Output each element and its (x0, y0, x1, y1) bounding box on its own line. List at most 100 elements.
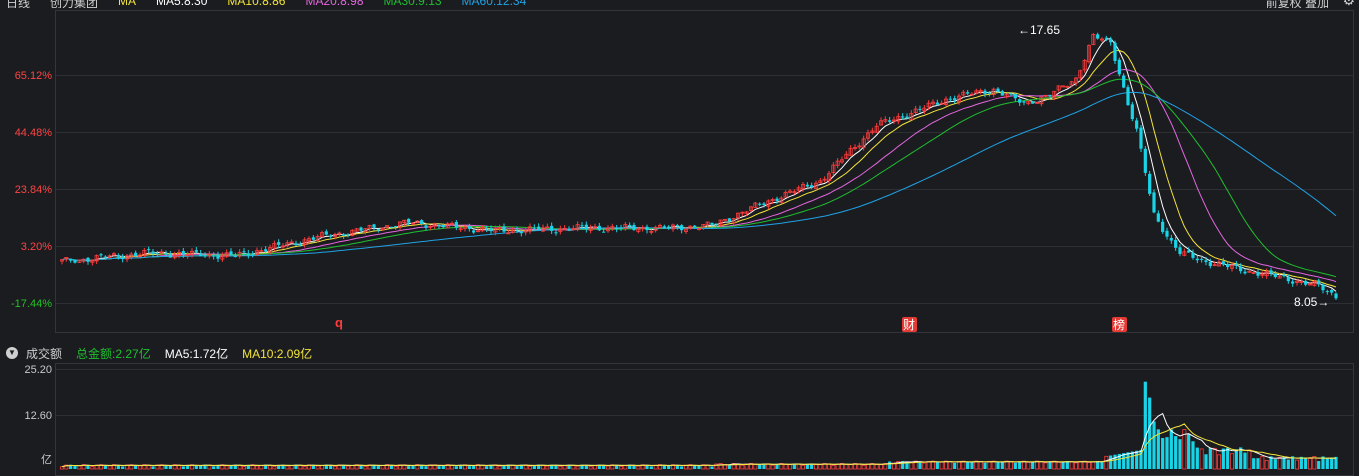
candle-body (1178, 247, 1182, 255)
candle-body (264, 249, 268, 252)
volume-bar (1100, 461, 1104, 469)
candle-body (1291, 281, 1295, 284)
candle-body (251, 254, 255, 256)
volume-bar (770, 464, 775, 470)
candle-body (602, 231, 606, 233)
volume-bar (449, 464, 454, 470)
candle-body (810, 185, 814, 188)
price-chart[interactable]: 65.12% 44.48% 23.84% 3.20% -17.44% ←17.6… (0, 0, 1359, 476)
candle-body (1239, 266, 1243, 272)
volume-bar (90, 466, 95, 470)
candle-body (693, 225, 697, 228)
volume-bar (168, 465, 172, 469)
volume-bar (137, 465, 142, 470)
candle-body (1204, 260, 1208, 263)
candle-body (116, 255, 120, 257)
volume-bar (329, 465, 333, 469)
candle-body (710, 222, 714, 225)
volume-ma5: MA5:1.72亿 (164, 346, 229, 361)
ma60-line (61, 91, 1337, 261)
candle-body (294, 243, 298, 246)
candle-body (597, 225, 601, 231)
volume-bar (1135, 450, 1139, 469)
volume-bar (1022, 460, 1027, 470)
volume-bar (181, 466, 185, 469)
collapse-icon[interactable]: ▼ (6, 347, 18, 359)
volume-bar (588, 465, 593, 470)
volume-bar (1048, 461, 1052, 469)
volume-bar (1082, 460, 1087, 470)
candle-body (1165, 230, 1169, 237)
candle-body (1308, 283, 1313, 286)
volume-bar (319, 465, 324, 470)
candle-body (199, 253, 203, 257)
volume-bar (801, 464, 806, 470)
volume-bar (1234, 449, 1238, 469)
candle-body (675, 225, 679, 227)
volume-bar (667, 465, 671, 469)
volume-bar (229, 465, 233, 469)
candle-body (454, 222, 458, 228)
volume-bar (285, 465, 290, 470)
volume-bar (1325, 458, 1329, 469)
candle-body (1009, 93, 1013, 95)
volume-bar (818, 464, 823, 470)
volume-bar (922, 462, 927, 470)
marker-bang[interactable]: 榜 (1113, 317, 1125, 332)
candle-body (359, 227, 363, 231)
volume-bar (541, 465, 546, 470)
volume-bar (1039, 461, 1044, 470)
price-tick-5: -17.44% (11, 298, 52, 310)
candle-body (233, 256, 237, 258)
volume-bar (844, 464, 849, 470)
volume-bar (1286, 459, 1290, 469)
volume-bar (1204, 454, 1208, 469)
volume-bar (73, 465, 77, 469)
volume-bar (1165, 437, 1169, 469)
candle-body (1200, 258, 1204, 260)
candle-body (69, 258, 73, 261)
volume-bar (272, 465, 277, 470)
candle-body (407, 218, 411, 223)
candles (60, 32, 1338, 301)
candle-body (983, 90, 987, 94)
candle-body (441, 224, 445, 228)
volume-bar (1212, 447, 1217, 470)
volume-bar (1208, 448, 1212, 469)
price-tick-2: 44.48% (15, 127, 53, 139)
volume-title[interactable]: 成交额 (26, 345, 62, 362)
volume-bar (1182, 429, 1187, 470)
candle-body (1221, 261, 1225, 265)
marker-cai[interactable]: 财 (903, 318, 915, 332)
volume-bar (788, 464, 793, 470)
candle-body (181, 250, 185, 255)
volume-bar (831, 464, 836, 470)
candle-body (1273, 273, 1277, 278)
volume-bar (315, 465, 320, 470)
candle-body (164, 253, 168, 255)
candle-body (121, 255, 125, 260)
candle-body (1104, 37, 1108, 39)
candle-body (277, 242, 281, 245)
candle-body (580, 225, 584, 227)
volume-bar (1299, 456, 1303, 469)
volume-bar (510, 465, 515, 470)
volume-bar (1252, 458, 1256, 469)
candle-body (519, 231, 523, 234)
volume-bar (1169, 429, 1173, 469)
volume-bar (1226, 447, 1230, 469)
volume-bar (1334, 456, 1338, 469)
candle-body (628, 224, 632, 227)
volume-bar (1143, 381, 1147, 469)
volume-bar (241, 466, 246, 470)
volume-bar (77, 465, 82, 470)
candle-body (888, 120, 892, 122)
volume-bar (1264, 460, 1269, 470)
candle-body (1143, 148, 1147, 173)
volume-bar (619, 465, 624, 470)
candle-body (372, 224, 376, 228)
volume-bar (1148, 397, 1152, 469)
volume-bar (1277, 457, 1282, 470)
candle-body (1135, 120, 1139, 129)
marker-q[interactable]: q (335, 315, 343, 330)
